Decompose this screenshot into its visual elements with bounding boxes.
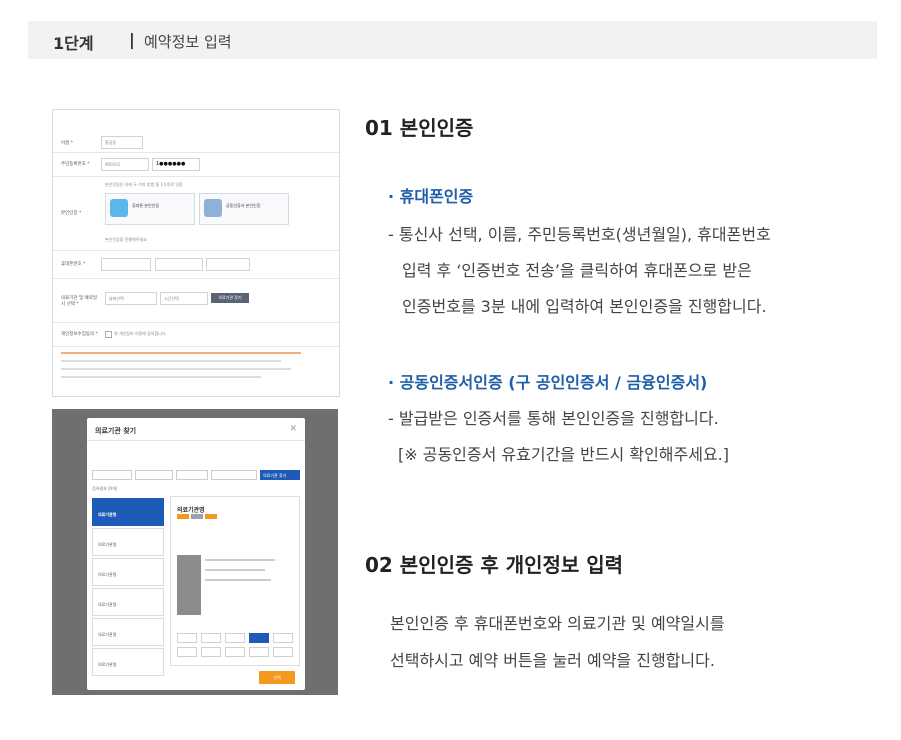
time-slot: [177, 647, 197, 657]
time-value: 시간선택: [164, 296, 179, 301]
find-hospital-button: 의료기관 찾기: [211, 293, 249, 303]
phone-input-2: [155, 258, 203, 271]
name-label: 이름 *: [61, 141, 73, 146]
list-item-label: 의료기관명: [98, 512, 117, 517]
list-item-label: 의료기관명: [98, 602, 117, 607]
section2-title: 02 본인인증 후 개인정보 입력: [365, 553, 624, 577]
step-header: 1단계 | 예약정보 입력: [28, 21, 877, 59]
rrn-back-input: 1●●●●●●: [152, 158, 200, 171]
time-slot: [273, 647, 293, 657]
auth-done-note: 본인인증을 진행해주세요: [105, 237, 147, 242]
time-slot: [225, 647, 245, 657]
detail-info-line: [205, 579, 271, 581]
phone-label: 휴대폰번호 *: [61, 262, 86, 267]
time-slot: [225, 633, 245, 643]
region-select-3: [176, 470, 208, 480]
step-separator: |: [129, 30, 135, 49]
list-item-label: 의료기관명: [98, 572, 117, 577]
cert-option-label: 공동인증서 본인인증: [226, 203, 261, 208]
cert-auth-line-1: - 발급받은 인증서를 통해 본인인증을 진행합니다.: [388, 409, 719, 428]
detail-tag: [177, 514, 189, 519]
cert-auth-line-2: [※ 공동인증서 유효기간을 반드시 확인해주세요.]: [398, 445, 730, 464]
form-row-hospital: 의료기관 및 예약일시 선택 * 날짜선택 시간선택 의료기관 찾기: [53, 278, 339, 323]
hospital-label: 의료기관 및 예약일시 선택 *: [61, 296, 97, 307]
detail-info-block: [177, 555, 201, 615]
hospital-search-input: [211, 470, 257, 480]
list-item: 의료기관명: [92, 588, 164, 616]
rrn-back-value: 1●●●●●●: [156, 161, 186, 167]
cert-auth-icon: [204, 199, 222, 217]
list-item: 의료기관명: [92, 498, 164, 526]
list-item-label: 의료기관명: [98, 632, 117, 637]
phone-input-3: [206, 258, 250, 271]
auth-label: 본인인증 *: [61, 211, 82, 216]
phone-option-label: 휴대폰 본인인증: [132, 203, 160, 208]
privacy-check-label: 위 개인정보 이용에 동의합니다.: [114, 331, 167, 336]
list-item-label: 의료기관명: [98, 542, 117, 547]
section2-line-2: 선택하시고 예약 버튼을 눌러 예약을 진행합니다.: [390, 651, 715, 670]
detail-info-line: [205, 569, 265, 571]
section2-line-1: 본인인증 후 휴대폰번호와 의료기관 및 예약일시를: [390, 614, 725, 633]
modal-screenshot: 의료기관 찾기 ✕ 의료기관 찾기 검색결과 [0개] 의료기관명 의료기관명 …: [52, 409, 338, 695]
detail-tag: [191, 514, 203, 519]
form-row-name: 이름 * 홍길동: [53, 110, 339, 153]
time-slot: [249, 633, 269, 643]
close-icon: ✕: [289, 424, 297, 434]
cert-auth-title: · 공동인증서인증 (구 공인인증서 / 금융인증서): [388, 373, 708, 392]
hospital-detail: 의료기관명: [170, 496, 300, 666]
phone-auth-icon: [110, 199, 128, 217]
modal-title: 의료기관 찾기: [95, 427, 137, 435]
confirm-button: 선택: [259, 671, 295, 684]
time-slot: [249, 647, 269, 657]
step-number: 1단계: [53, 34, 94, 53]
auth-note: 본인인증은 아래 두 가지 방법 중 1가지로 인증: [105, 182, 183, 187]
form-row-privacy: 개인정보수집동의 * 위 개인정보 이용에 동의합니다.: [53, 322, 339, 347]
phone-auth-line-3: 인증번호를 3분 내에 입력하여 본인인증을 진행합니다.: [402, 297, 767, 316]
time-slot: [201, 647, 221, 657]
privacy-label: 개인정보수집동의 *: [61, 332, 98, 337]
phone-input-1: [101, 258, 151, 271]
list-item-label: 의료기관명: [98, 662, 117, 667]
modal-divider: [87, 440, 305, 441]
time-select: 시간선택: [160, 292, 208, 305]
list-item: 의료기관명: [92, 648, 164, 676]
form-row-auth: 본인인증 * 본인인증은 아래 두 가지 방법 중 1가지로 인증 휴대폰 본인…: [53, 176, 339, 251]
notice-line-3: [61, 376, 261, 378]
date-value: 날짜선택: [109, 296, 124, 301]
modal-search-button: 의료기관 찾기: [260, 470, 300, 480]
form-screenshot: 이름 * 홍길동 주민등록번호 * 900101 1●●●●●● 본인인증 * …: [52, 109, 340, 397]
detail-tag: [205, 514, 217, 519]
time-slot: [201, 633, 221, 643]
phone-auth-option: 휴대폰 본인인증: [105, 193, 195, 225]
rrn-front-value: 900101: [105, 162, 121, 167]
phone-auth-title: · 휴대폰인증: [388, 187, 474, 206]
date-input: 날짜선택: [105, 292, 157, 305]
result-count: 검색결과 [0개]: [92, 486, 118, 491]
rrn-front-input: 900101: [101, 158, 149, 171]
list-item: 의료기관명: [92, 528, 164, 556]
notice-line-2: [61, 368, 291, 370]
step-description: 예약정보 입력: [144, 33, 232, 51]
notice-line-1: [61, 360, 281, 362]
phone-auth-line-1: - 통신사 선택, 이름, 주민등록번호(생년월일), 휴대폰번호: [388, 225, 771, 244]
detail-info-line: [205, 559, 275, 561]
phone-auth-line-2: 입력 후 ‘인증번호 전송’을 클릭하여 휴대폰으로 받은: [402, 261, 752, 280]
region-select-2: [135, 470, 173, 480]
list-item: 의료기관명: [92, 558, 164, 586]
cert-auth-option: 공동인증서 본인인증: [199, 193, 289, 225]
warning-line: [61, 352, 301, 354]
rrn-label: 주민등록번호 *: [61, 162, 90, 167]
form-row-rrn: 주민등록번호 * 900101 1●●●●●●: [53, 152, 339, 177]
time-slot: [177, 633, 197, 643]
list-item: 의료기관명: [92, 618, 164, 646]
name-input: 홍길동: [101, 136, 143, 149]
form-row-phone: 휴대폰번호 *: [53, 250, 339, 279]
region-select-1: [92, 470, 132, 480]
time-slot: [273, 633, 293, 643]
detail-title: 의료기관명: [177, 507, 205, 514]
name-value: 홍길동: [105, 140, 117, 145]
section1-title: 01 본인인증: [365, 116, 474, 140]
privacy-checkbox: [105, 331, 112, 338]
hospital-modal: 의료기관 찾기 ✕ 의료기관 찾기 검색결과 [0개] 의료기관명 의료기관명 …: [87, 418, 305, 690]
